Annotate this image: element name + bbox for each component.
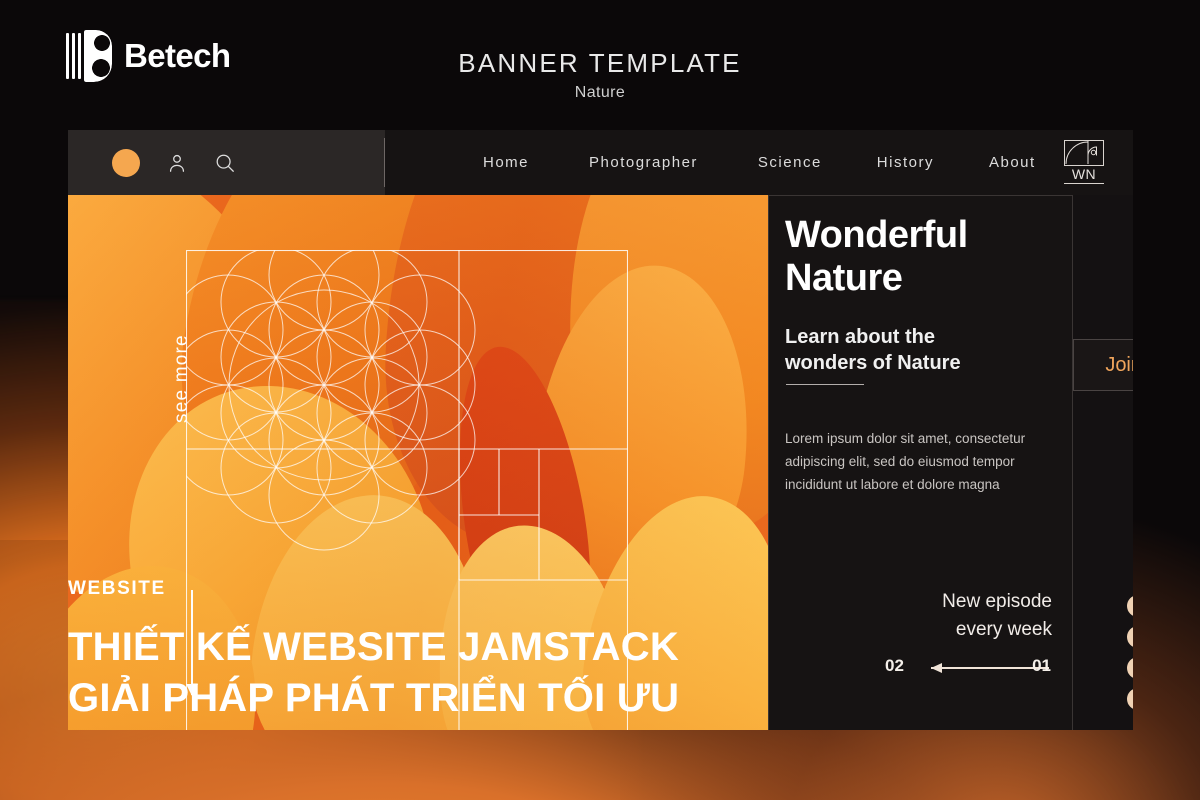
nav-link-about[interactable]: About [989,154,1036,171]
hero-subheading-line2: wonders of Nature [785,352,961,374]
hero-subheading: Learn about the wonders of Nature [785,324,961,376]
nav-link-photographer[interactable]: Photographer [589,154,698,171]
caption-line-1: THIẾT KẾ WEBSITE JAMSTACK [68,625,679,669]
hero-subheading-line1: Learn about the [785,326,936,348]
hero-heading-line2: Nature [785,256,903,299]
twitter-icon[interactable] [1127,657,1133,679]
top-branding-bar: Betech BANNER TEMPLATE Nature [0,0,1200,130]
caption-kicker: WEBSITE [68,578,166,599]
banner-heading-group: BANNER TEMPLATE Nature [0,48,1200,102]
right-rail: Join us [1073,195,1133,730]
pager-next-number[interactable]: 01 [1032,656,1051,676]
social-links [1127,595,1133,710]
wn-site-logo[interactable]: WN [1064,140,1108,186]
caption-line-2: GIẢI PHÁP PHÁT TRIỂN TỐI ƯU [68,676,680,721]
banner-title: BANNER TEMPLATE [458,48,742,78]
whatsapp-icon[interactable] [1127,688,1133,710]
facebook-icon[interactable] [1127,626,1133,648]
navbar-links: Home Photographer Science History About … [385,130,1133,195]
mockup-navbar: Home Photographer Science History About … [68,130,1133,195]
nav-link-history[interactable]: History [877,154,934,171]
hero-heading: Wonderful Nature [785,214,968,299]
search-icon[interactable] [214,152,236,174]
user-icon[interactable] [166,152,188,174]
overlay-caption: WEBSITE THIẾT KẾ WEBSITE JAMSTACK GIẢI P… [68,578,968,724]
navbar-left-tools [68,130,384,195]
hero-heading-line1: Wonderful [785,214,968,256]
nav-link-science[interactable]: Science [758,154,822,171]
wn-logo-text: WN [1064,166,1104,184]
orange-circle-avatar-icon[interactable] [112,148,140,177]
banner-subtitle: Nature [574,84,626,101]
instagram-icon[interactable] [1127,595,1133,617]
hero-divider-rule [786,384,864,385]
join-us-button[interactable]: Join us [1073,339,1133,391]
nav-link-home[interactable]: Home [483,154,529,171]
hero-body-text: Lorem ipsum dolor sit amet, consectetur … [785,431,1026,493]
see-more-label[interactable]: see more [171,303,193,423]
golden-spiral-icon [1064,140,1104,166]
